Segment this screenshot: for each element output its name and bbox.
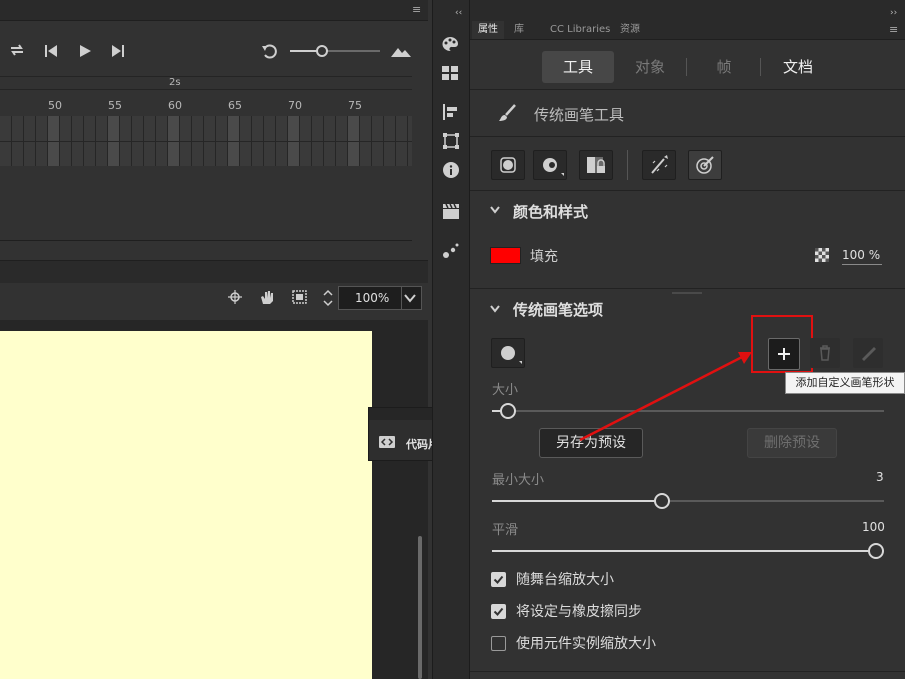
chevron-down-icon[interactable] bbox=[490, 206, 500, 214]
min-size-label: 最小大小 bbox=[492, 473, 545, 488]
color-palette-icon[interactable] bbox=[441, 36, 459, 52]
tab-assets[interactable]: 资源 bbox=[614, 21, 646, 39]
clip-stage-icon[interactable] bbox=[292, 290, 307, 304]
size-label: 大小 bbox=[492, 383, 519, 398]
vertical-scrollbar[interactable] bbox=[418, 536, 422, 679]
timeline-panel: ≡ 2s 50 55 60 65 70 75 bbox=[0, 0, 428, 258]
step-forward-icon[interactable] bbox=[110, 44, 126, 58]
segment-document[interactable]: 文档 bbox=[762, 51, 834, 83]
fill-label: 填充 bbox=[530, 249, 558, 265]
smooth-slider-knob[interactable] bbox=[868, 543, 884, 559]
zoom-stepper-icon[interactable] bbox=[322, 288, 334, 308]
hand-rotate-icon[interactable] bbox=[258, 289, 276, 305]
frame-grid[interactable] bbox=[0, 116, 412, 166]
stage-canvas[interactable] bbox=[0, 331, 372, 679]
lock-fill-button[interactable] bbox=[579, 150, 613, 180]
annotation-arrow bbox=[579, 352, 752, 442]
brush-shape-button[interactable] bbox=[491, 338, 525, 368]
frame-number: 50 bbox=[48, 99, 62, 112]
info-icon[interactable] bbox=[443, 162, 459, 178]
object-drawing-button[interactable] bbox=[491, 150, 525, 180]
smooth-label: 平滑 bbox=[492, 523, 519, 538]
swatches-icon[interactable] bbox=[442, 66, 458, 80]
tab-library[interactable]: 库 bbox=[508, 21, 530, 39]
smooth-slider-fill bbox=[492, 550, 870, 552]
stage-toolbar: 100% bbox=[0, 260, 428, 320]
checkbox-label: 将设定与橡皮擦同步 bbox=[516, 604, 642, 620]
tool-name: 传统画笔工具 bbox=[534, 106, 625, 124]
section-title-color-style: 颜色和样式 bbox=[513, 203, 589, 221]
collapse-icon[interactable]: ‹‹ bbox=[455, 8, 462, 18]
checker-icon bbox=[815, 248, 829, 262]
panel-menu-icon[interactable]: ≡ bbox=[412, 3, 421, 16]
min-size-slider-knob[interactable] bbox=[654, 493, 670, 509]
panel-icon-dock: ‹‹ bbox=[432, 0, 470, 679]
brush-icon bbox=[498, 104, 516, 122]
pressure-button[interactable] bbox=[642, 150, 676, 180]
frame-number: 55 bbox=[108, 99, 122, 112]
frame-number: 60 bbox=[168, 99, 182, 112]
segment-tool[interactable]: 工具 bbox=[542, 51, 614, 83]
seconds-marker: 2s bbox=[169, 77, 181, 88]
transform-icon[interactable] bbox=[443, 133, 459, 149]
zoom-field[interactable]: 100% bbox=[338, 286, 422, 310]
min-size-slider-fill bbox=[492, 500, 656, 502]
edit-brush-shape-button[interactable] bbox=[853, 338, 883, 368]
mountain-zoom-icon[interactable] bbox=[390, 44, 412, 58]
fill-alpha-value[interactable]: 100 % bbox=[842, 248, 880, 262]
align-icon[interactable] bbox=[443, 104, 459, 120]
timeline-header-bar: ≡ bbox=[0, 0, 428, 21]
play-icon[interactable] bbox=[78, 44, 92, 58]
resize-grip[interactable] bbox=[672, 292, 702, 294]
panel-menu-icon[interactable]: ≡ bbox=[889, 23, 898, 36]
step-back-icon[interactable] bbox=[44, 44, 60, 58]
panel-tabs: 属性 库 CC Libraries 资源 ≡ bbox=[470, 21, 905, 40]
min-size-value[interactable]: 3 bbox=[876, 470, 884, 484]
segment-frame[interactable]: 帧 bbox=[688, 51, 760, 83]
tooltip: 添加自定义画笔形状 bbox=[785, 372, 905, 394]
smooth-value[interactable]: 100 bbox=[862, 520, 885, 534]
checkbox-label: 使用元件实例缩放大小 bbox=[516, 636, 656, 652]
tab-cc-libraries[interactable]: CC Libraries bbox=[544, 21, 616, 39]
chevron-down-icon[interactable] bbox=[490, 305, 500, 313]
loop-icon[interactable] bbox=[8, 42, 26, 58]
frame-number: 65 bbox=[228, 99, 242, 112]
zoom-value: 100% bbox=[355, 291, 390, 305]
center-stage-icon[interactable] bbox=[228, 290, 242, 304]
fill-color-swatch[interactable] bbox=[490, 247, 521, 264]
motion-presets-icon[interactable] bbox=[442, 242, 460, 260]
expand-icon[interactable]: ›› bbox=[890, 8, 897, 18]
tilt-button[interactable] bbox=[688, 150, 722, 180]
sync-eraser-checkbox[interactable] bbox=[491, 604, 506, 619]
clapper-icon[interactable] bbox=[442, 203, 460, 219]
add-brush-shape-button[interactable] bbox=[768, 338, 800, 370]
size-slider-knob[interactable] bbox=[500, 403, 516, 419]
code-icon bbox=[379, 436, 395, 448]
frame-number: 70 bbox=[288, 99, 302, 112]
section-title-brush-options: 传统画笔选项 bbox=[513, 301, 604, 319]
frame-number: 75 bbox=[348, 99, 362, 112]
symbol-scale-checkbox[interactable] bbox=[491, 636, 506, 651]
chevron-down-icon[interactable] bbox=[404, 293, 416, 303]
undo-icon[interactable] bbox=[261, 43, 279, 59]
scale-with-stage-checkbox[interactable] bbox=[491, 572, 506, 587]
delete-brush-shape-button[interactable] bbox=[810, 338, 840, 368]
timeline-scrollbar[interactable] bbox=[0, 240, 412, 241]
tab-properties[interactable]: 属性 bbox=[472, 21, 504, 39]
segment-object[interactable]: 对象 bbox=[614, 51, 686, 83]
timeline-zoom-slider[interactable] bbox=[290, 45, 380, 57]
checkbox-label: 随舞台缩放大小 bbox=[516, 572, 614, 588]
brush-mode-button[interactable] bbox=[533, 150, 567, 180]
